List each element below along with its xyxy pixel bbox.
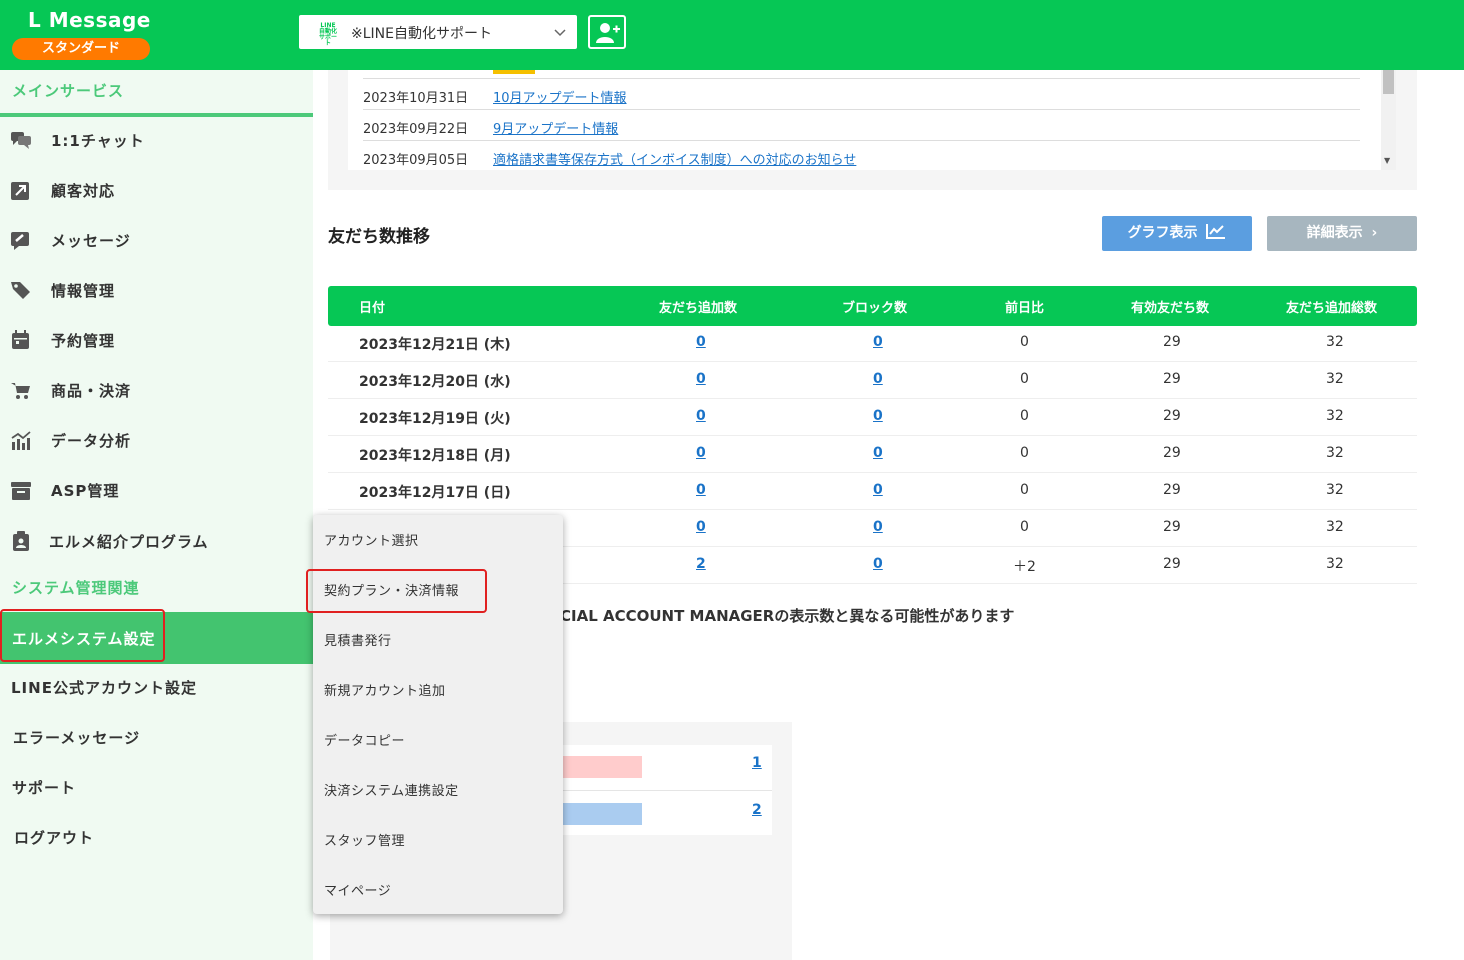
chat-icon xyxy=(11,132,31,149)
sidebar-item-products[interactable]: 商品・決済 xyxy=(0,366,313,414)
table-row: 2023年12月18日 (月) 0 0 0 29 32 xyxy=(328,436,1417,473)
count-discrepancy-note: CIAL ACCOUNT MANAGERの表示数と異なる可能性があります xyxy=(560,607,1015,625)
line-account-icon: LINE 自動化 サポート xyxy=(317,22,339,47)
highlight-box-plan xyxy=(306,569,487,613)
update-row: 2023年09月05日 適格請求書等保存方式（インボイス制度）への対応のお知らせ xyxy=(363,140,1360,171)
sidebar-item-message[interactable]: メッセージ xyxy=(0,216,313,264)
menu-item-staff[interactable]: スタッフ管理 xyxy=(313,815,563,863)
line-chart-icon xyxy=(1206,224,1226,239)
new-badge xyxy=(493,70,535,74)
update-link[interactable]: 10月アップデート情報 xyxy=(493,87,627,106)
highlight-box-settings xyxy=(0,609,165,662)
add-user-icon xyxy=(596,23,620,43)
app-logo[interactable]: L Message xyxy=(28,8,151,32)
sidebar-item-chat[interactable]: 1:1チャット xyxy=(0,116,313,164)
menu-item-payment-integration[interactable]: 決済システム連携設定 xyxy=(313,765,563,813)
sidebar-item-logout[interactable]: ログアウト xyxy=(0,813,313,861)
scrollbar-thumb[interactable] xyxy=(1383,70,1394,94)
sidebar-item-asp[interactable]: ASP管理 xyxy=(0,466,313,514)
clipboard-icon xyxy=(13,531,29,551)
stat-count-link[interactable]: 1 xyxy=(752,755,762,771)
table-row: 2023年12月20日 (水) 0 0 0 29 32 xyxy=(328,362,1417,399)
menu-item-mypage[interactable]: マイページ xyxy=(313,865,563,913)
update-row: 2023年10月31日 10月アップデート情報 xyxy=(363,78,1360,109)
table-row: 2023年12月17日 (日) 0 0 0 29 32 xyxy=(328,473,1417,510)
update-link[interactable]: 適格請求書等保存方式（インボイス制度）への対応のお知らせ xyxy=(493,149,856,168)
account-name: ※LINE自動化サポート xyxy=(351,26,492,42)
detail-view-button[interactable]: 詳細表示 › xyxy=(1267,216,1417,251)
graph-view-button[interactable]: グラフ表示 xyxy=(1102,216,1252,251)
system-section-label: システム管理関連 xyxy=(12,579,140,597)
menu-item-account-select[interactable]: アカウント選択 xyxy=(313,515,563,563)
menu-item-add-account[interactable]: 新規アカウント追加 xyxy=(313,665,563,713)
tag-icon xyxy=(11,282,30,299)
top-header: L Message スタンダード LINE 自動化 サポート ※LINE自動化サ… xyxy=(0,0,1464,70)
sidebar-item-support[interactable]: サポート xyxy=(0,763,313,811)
message-icon xyxy=(11,232,29,250)
friends-trend-title: 友だち数推移 xyxy=(328,227,430,247)
update-row: 2023年09月22日 9月アップデート情報 xyxy=(363,109,1360,140)
chart-icon xyxy=(11,431,31,450)
stat-bar xyxy=(563,803,642,825)
account-select[interactable]: LINE 自動化 サポート ※LINE自動化サポート xyxy=(299,15,577,49)
stat-bar xyxy=(563,756,642,778)
update-link[interactable]: 9月アップデート情報 xyxy=(493,118,618,137)
menu-item-estimate[interactable]: 見積書発行 xyxy=(313,615,563,663)
add-user-button[interactable] xyxy=(588,15,626,49)
bar-divider xyxy=(563,790,772,791)
table-row: 2023年12月21日 (木) 0 0 0 29 32 xyxy=(328,325,1417,362)
sidebar-item-analytics[interactable]: データ分析 xyxy=(0,416,313,464)
table-row: 2023年12月19日 (火) 0 0 0 29 32 xyxy=(328,399,1417,436)
chevron-down-icon xyxy=(554,29,566,37)
main-service-section-label: メインサービス xyxy=(12,82,125,100)
chevron-right-icon: › xyxy=(1371,225,1378,241)
calendar-icon xyxy=(12,330,29,349)
sidebar-item-reservation[interactable]: 予約管理 xyxy=(0,316,313,364)
cart-icon xyxy=(11,383,30,399)
plan-badge: スタンダード xyxy=(12,38,150,60)
scroll-down-arrow-icon[interactable]: ▼ xyxy=(1384,156,1390,165)
sidebar-item-error-message[interactable]: エラーメッセージ xyxy=(0,713,313,761)
sidebar-item-customer[interactable]: 顧客対応 xyxy=(0,166,313,214)
arrow-icon xyxy=(11,182,29,200)
stat-count-link[interactable]: 2 xyxy=(752,802,762,818)
menu-item-data-copy[interactable]: データコピー xyxy=(313,715,563,763)
sidebar-item-referral[interactable]: エルメ紹介プログラム xyxy=(0,517,313,565)
friends-table-header: 日付 友だち追加数 ブロック数 前日比 有効友だち数 友だち追加総数 xyxy=(328,286,1417,326)
sidebar-item-line-account-settings[interactable]: LINE公式アカウント設定 xyxy=(0,663,313,711)
box-icon xyxy=(11,482,31,500)
sidebar-item-info[interactable]: 情報管理 xyxy=(0,266,313,314)
